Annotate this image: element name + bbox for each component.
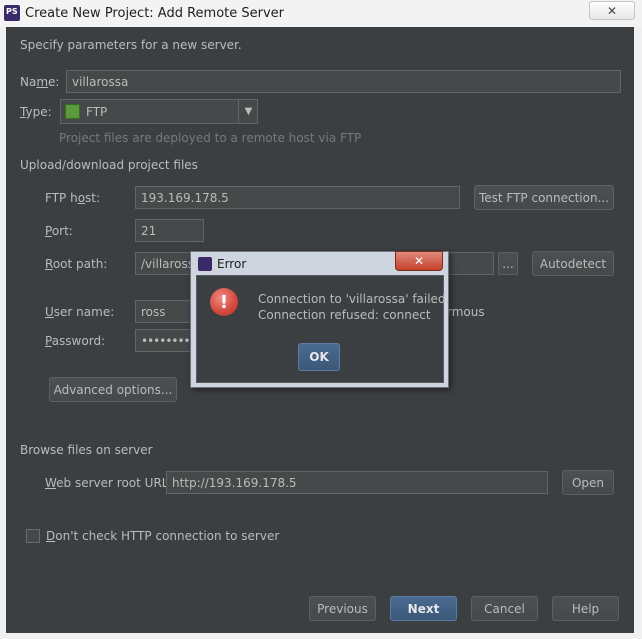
dont-check-http-label[interactable]: Don't check HTTP connection to server (46, 529, 279, 543)
dont-check-http-checkbox[interactable] (26, 529, 40, 543)
cancel-button[interactable]: Cancel (471, 596, 538, 621)
browse-section-title: Browse files on server (20, 443, 153, 457)
window-close-button[interactable]: ✕ (589, 1, 635, 20)
port-label: Port: (45, 224, 73, 238)
close-icon: ✕ (606, 3, 618, 18)
web-root-url-input[interactable]: http://193.169.178.5 (166, 471, 548, 494)
ftp-icon (65, 104, 80, 119)
port-input[interactable]: 21 (135, 219, 204, 242)
intro-text: Specify parameters for a new server. (20, 38, 242, 52)
error-message-line2: Connection refused: connect (258, 308, 431, 322)
test-ftp-connection-button[interactable]: Test FTP connection... (474, 185, 614, 210)
error-dialog-title: Error (217, 257, 247, 271)
error-message-line1: Connection to 'villarossa' failed. (258, 292, 450, 306)
anonymous-checkbox-label[interactable]: rmous (447, 305, 485, 319)
type-select[interactable]: FTP (60, 99, 258, 124)
root-path-label: Root path: (45, 257, 108, 271)
web-root-url-label: Web server root URL: (45, 476, 173, 490)
ftp-host-label: FTP host: (45, 191, 101, 205)
type-hint: Project files are deployed to a remote h… (59, 131, 362, 145)
close-icon: ✕ (413, 254, 425, 268)
advanced-options-button[interactable]: Advanced options... (49, 377, 177, 402)
error-ok-button[interactable]: OK (298, 343, 340, 371)
type-select-value: FTP (86, 104, 108, 119)
password-label: Password: (45, 334, 106, 348)
next-button[interactable]: Next (390, 596, 457, 621)
help-button[interactable]: Help (552, 596, 619, 621)
phpstorm-app-icon (198, 257, 212, 271)
error-icon: ! (210, 288, 238, 316)
name-label: Name: (20, 75, 60, 89)
phpstorm-app-icon (4, 5, 20, 21)
window-title: Create New Project: Add Remote Server (25, 6, 285, 21)
ftp-host-input[interactable]: 193.169.178.5 (135, 186, 460, 209)
open-button[interactable]: Open (562, 470, 614, 495)
previous-button[interactable]: Previous (309, 596, 376, 621)
root-path-browse-button[interactable]: ... (498, 252, 518, 275)
dropdown-arrow-icon[interactable]: ▼ (238, 100, 258, 123)
upload-section-title: Upload/download project files (20, 158, 198, 172)
autodetect-button[interactable]: Autodetect (532, 251, 614, 276)
user-name-label: User name: (45, 305, 115, 319)
window-edge (634, 27, 642, 639)
error-dialog-close-button[interactable]: ✕ (395, 251, 443, 271)
type-label: Type: (20, 105, 52, 119)
name-input[interactable]: villarossa (66, 70, 621, 93)
